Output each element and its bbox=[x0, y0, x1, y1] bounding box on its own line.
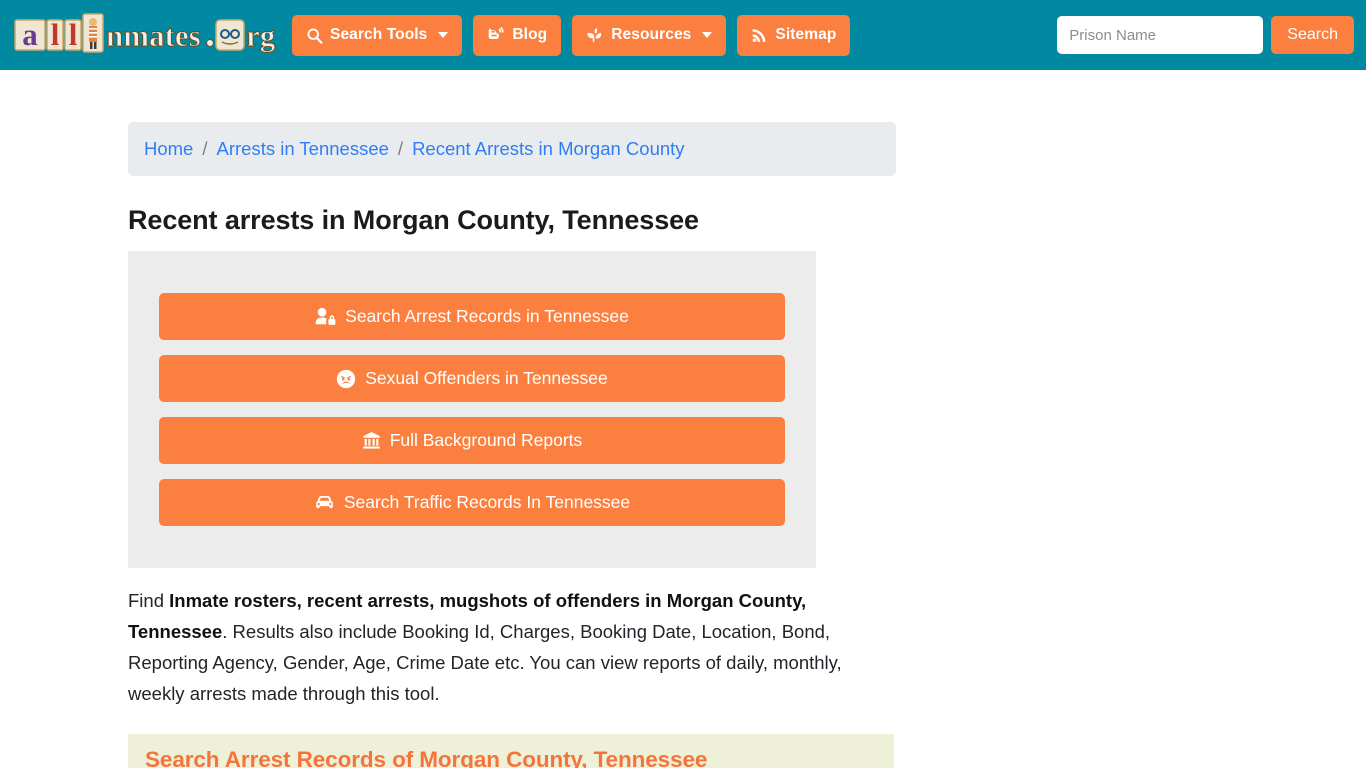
search-arrest-records-label: Search Arrest Records in Tennessee bbox=[345, 305, 629, 326]
sexual-offenders-label: Sexual Offenders in Tennessee bbox=[365, 367, 608, 388]
breadcrumb-item-arrests-in-tennessee[interactable]: Arrests in Tennessee bbox=[217, 138, 389, 160]
nav-search-tools-label: Search Tools bbox=[330, 26, 428, 44]
breadcrumb: Home / Arrests in Tennessee / Recent Arr… bbox=[128, 122, 896, 176]
breadcrumb-separator: / bbox=[397, 138, 404, 159]
nav-sitemap-button[interactable]: Sitemap bbox=[737, 14, 851, 56]
chevron-down-icon bbox=[438, 32, 449, 38]
svg-text:rg: rg bbox=[246, 18, 276, 53]
intro-lead: Find bbox=[128, 590, 170, 611]
nav-sitemap-label: Sitemap bbox=[775, 26, 837, 44]
user-lock-icon bbox=[315, 307, 336, 326]
full-background-reports-label: Full Background Reports bbox=[389, 429, 583, 450]
content-container: Home / Arrests in Tennessee / Recent Arr… bbox=[128, 122, 896, 768]
nav-blog-button[interactable]: Blog bbox=[473, 14, 562, 56]
nav-search-tools-button[interactable]: Search Tools bbox=[292, 14, 463, 56]
blogger-icon bbox=[487, 26, 505, 44]
rss-icon bbox=[751, 27, 768, 44]
intro-rest: . Results also include Booking Id, Charg… bbox=[128, 621, 842, 704]
intro-paragraph: Find Inmate rosters, recent arrests, mug… bbox=[128, 585, 894, 709]
chevron-down-icon bbox=[702, 32, 713, 38]
breadcrumb-item-home[interactable]: Home bbox=[144, 138, 193, 160]
search-arrest-records-section: Search Arrest Records of Morgan County, … bbox=[128, 734, 894, 768]
section-heading: Search Arrest Records of Morgan County, … bbox=[145, 747, 708, 768]
site-header: a l l nmates rg Search Tools Blog Resour… bbox=[0, 0, 1366, 70]
search-arrest-records-button[interactable]: Search Arrest Records in Tennessee bbox=[159, 293, 785, 340]
page-title: Recent arrests in Morgan County, Tenness… bbox=[128, 205, 699, 235]
svg-text:l: l bbox=[69, 17, 78, 52]
sexual-offenders-button[interactable]: Sexual Offenders in Tennessee bbox=[159, 355, 785, 402]
main-navigation: Search Tools Blog Resources Sitemap bbox=[292, 14, 851, 56]
svg-text:nmates: nmates bbox=[106, 18, 201, 53]
angry-face-icon bbox=[336, 369, 356, 389]
seedling-icon bbox=[586, 26, 604, 44]
page-body: Home / Arrests in Tennessee / Recent Arr… bbox=[0, 122, 1366, 768]
svg-text:a: a bbox=[22, 17, 38, 52]
logo-wordmark-icon: a l l nmates rg bbox=[14, 13, 276, 53]
full-background-reports-button[interactable]: Full Background Reports bbox=[159, 417, 785, 464]
nav-resources-button[interactable]: Resources bbox=[572, 14, 727, 56]
search-traffic-records-button[interactable]: Search Traffic Records In Tennessee bbox=[159, 479, 785, 526]
search-icon bbox=[306, 27, 323, 44]
prison-name-search-input[interactable] bbox=[1057, 16, 1264, 54]
svg-text:l: l bbox=[51, 17, 60, 52]
search-traffic-records-label: Search Traffic Records In Tennessee bbox=[343, 491, 631, 512]
nav-resources-label: Resources bbox=[611, 26, 692, 44]
breadcrumb-separator: / bbox=[202, 138, 208, 159]
header-search-form: Search bbox=[1057, 16, 1354, 54]
breadcrumb-item-current: Recent Arrests in Morgan County bbox=[412, 138, 685, 159]
action-buttons-panel: Search Arrest Records in Tennessee Sexua… bbox=[128, 251, 816, 568]
header-search-button[interactable]: Search bbox=[1271, 16, 1354, 54]
car-icon bbox=[314, 494, 335, 512]
nav-blog-label: Blog bbox=[512, 26, 548, 44]
site-logo[interactable]: a l l nmates rg bbox=[14, 12, 276, 58]
landmark-icon bbox=[362, 431, 381, 450]
